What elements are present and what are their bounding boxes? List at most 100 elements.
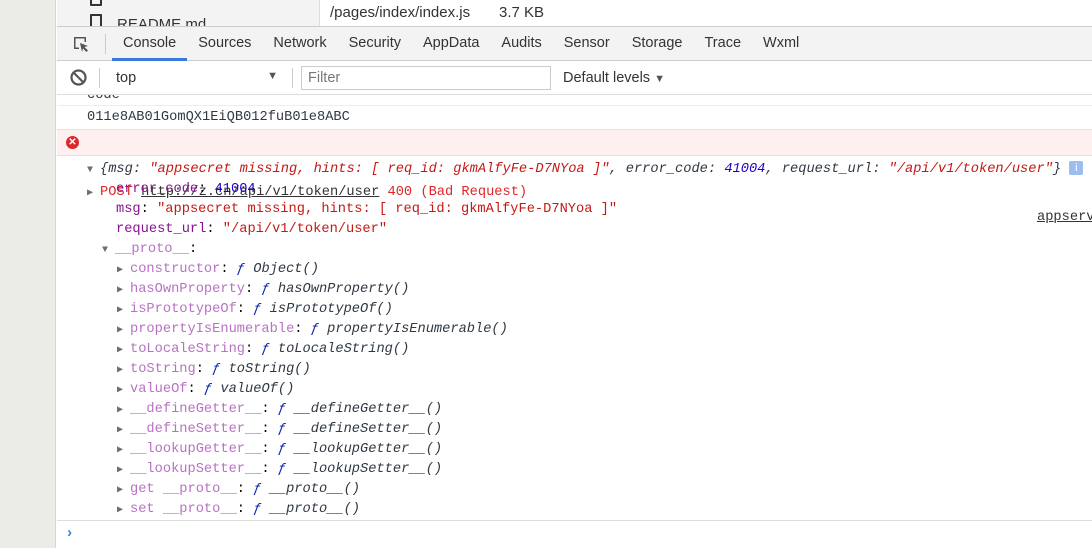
devtools-tab-bar: Console Sources Network Security AppData… [57, 27, 1092, 61]
function-icon: ƒ [261, 282, 270, 297]
log-levels-select[interactable]: Default levels ▼ [563, 70, 665, 86]
function-icon: ƒ [277, 442, 287, 457]
value: Object() [253, 262, 319, 277]
function-icon: ƒ [236, 262, 246, 277]
function-icon: ƒ [253, 502, 262, 517]
left-sidebar [0, 0, 56, 548]
key: set __proto__ [130, 502, 237, 517]
function-icon: ƒ [277, 462, 287, 477]
expand-arrow-icon[interactable]: ▶ [117, 361, 130, 381]
expand-arrow-icon[interactable]: ▶ [117, 281, 130, 301]
tab-sensor[interactable]: Sensor [553, 27, 621, 61]
tab-trace[interactable]: Trace [693, 27, 752, 61]
console-prompt[interactable]: › [57, 520, 1092, 548]
value: valueOf() [220, 382, 295, 397]
proto-property-row[interactable]: ▶ __defineGetter__: ƒ __defineGetter__() [57, 400, 1092, 420]
key: toString [130, 362, 196, 377]
proto-property-row[interactable]: ▶ set __proto__: ƒ __proto__() [57, 500, 1092, 520]
tab-wxml[interactable]: Wxml [752, 27, 810, 61]
proto-property-row[interactable]: ▶ __defineSetter__: ƒ __defineSetter__() [57, 420, 1092, 440]
key: isPrototypeOf [130, 302, 237, 317]
file-panel: README.md /pages/index/index.js 3.7 KB [57, 0, 1092, 27]
proto-property-row[interactable]: ▶ __lookupGetter__: ƒ __lookupGetter__() [57, 440, 1092, 460]
expand-arrow-icon[interactable]: ▶ [117, 301, 130, 321]
expand-arrow-icon[interactable]: ▶ [117, 421, 130, 441]
file-item-readme[interactable]: README.md [117, 16, 206, 26]
expand-arrow-icon[interactable]: ▶ [117, 461, 130, 481]
clear-console-button[interactable] [63, 69, 93, 86]
proto-property-row[interactable]: ▶ get __proto__: ƒ __proto__() [57, 480, 1092, 500]
proto-property-row[interactable]: ▶ toString: ƒ toString() [57, 360, 1092, 380]
file-path: /pages/index/index.js [330, 4, 471, 21]
block-icon [69, 69, 87, 86]
info-icon[interactable]: i [1069, 161, 1084, 176]
key: __lookupSetter__ [130, 462, 262, 477]
key: error_code [116, 182, 199, 197]
tab-console[interactable]: Console [112, 27, 188, 61]
proto-property-row[interactable]: ▶ toLocaleString: ƒ toLocaleString() [57, 340, 1092, 360]
tab-audits[interactable]: Audits [490, 27, 552, 61]
expand-arrow-icon[interactable]: ▶ [117, 261, 130, 281]
tab-security[interactable]: Security [338, 27, 412, 61]
key: __defineSetter__ [130, 422, 262, 437]
dropdown-arrow-icon: ▼ [267, 69, 278, 82]
log-row: 011e8AB01GomQX1EiQB012fuB01e8ABC [87, 110, 350, 125]
brace: } [1052, 162, 1062, 177]
divider [99, 67, 100, 88]
tab-storage[interactable]: Storage [621, 27, 694, 61]
file-icon [90, 14, 102, 26]
proto-row[interactable]: ▼ __proto__: [57, 240, 1092, 260]
collapse-arrow-icon[interactable]: ▼ [102, 241, 115, 261]
value: "/api/v1/token/user" [222, 222, 388, 237]
log-row: code [57, 95, 1092, 106]
expand-arrow-icon[interactable]: ▶ [117, 501, 130, 521]
expand-arrow-icon[interactable]: ▶ [117, 481, 130, 501]
expand-arrow-icon[interactable]: ▶ [117, 381, 130, 401]
key: __proto__ [115, 242, 189, 257]
value: toLocaleString() [277, 342, 410, 357]
levels-label: Default levels [563, 69, 651, 86]
key: request_url [781, 162, 873, 177]
proto-property-row[interactable]: ▶ propertyIsEnumerable: ƒ propertyIsEnume… [57, 320, 1092, 340]
tab-network[interactable]: Network [262, 27, 337, 61]
key: propertyIsEnumerable [130, 322, 295, 337]
tab-sources[interactable]: Sources [187, 27, 262, 61]
expand-arrow-icon[interactable]: ▶ [117, 441, 130, 461]
key: msg [108, 162, 133, 177]
expand-arrow-icon[interactable]: ▶ [117, 401, 130, 421]
value: __proto__() [269, 502, 361, 517]
function-icon: ƒ [212, 362, 221, 377]
property-row: request_url: "/api/v1/token/user" [116, 222, 388, 237]
inspect-element-button[interactable] [63, 27, 99, 61]
context-select[interactable]: top ▼ [106, 70, 286, 86]
value: isPrototypeOf() [269, 302, 393, 317]
key: error_code [625, 162, 708, 177]
proto-property-row[interactable]: ▶ constructor: ƒ Object() [57, 260, 1092, 280]
proto-property-row[interactable]: ▶ __lookupSetter__: ƒ __lookupSetter__() [57, 460, 1092, 480]
function-icon: ƒ [253, 302, 262, 317]
divider [105, 33, 106, 54]
object-summary[interactable]: ▼ {msg: "appsecret missing, hints: [ req_… [57, 160, 1092, 180]
error-icon: ✕ [66, 136, 79, 149]
value: __defineGetter__() [294, 402, 443, 417]
console-toolbar: top ▼ Filter Default levels ▼ [57, 61, 1092, 95]
console-output: code 011e8AB01GomQX1EiQB012fuB01e8ABC ✕ … [57, 95, 1092, 548]
key: valueOf [130, 382, 188, 397]
key: constructor [130, 262, 221, 277]
collapse-arrow-icon[interactable]: ▼ [87, 161, 100, 181]
inspect-icon [74, 36, 88, 52]
proto-property-row[interactable]: ▶ isPrototypeOf: ƒ isPrototypeOf() [57, 300, 1092, 320]
expand-arrow-icon[interactable]: ▶ [117, 341, 130, 361]
property-row: msg: "appsecret missing, hints: [ req_id… [116, 202, 618, 217]
function-icon: ƒ [277, 422, 287, 437]
value: "appsecret missing, hints: [ req_id: gkm… [157, 202, 618, 217]
brace: { [100, 162, 109, 177]
function-icon: ƒ [261, 342, 270, 357]
tab-appdata[interactable]: AppData [412, 27, 490, 61]
filter-input[interactable]: Filter [301, 65, 551, 90]
proto-property-row[interactable]: ▶ valueOf: ƒ valueOf() [57, 380, 1092, 400]
value: "/api/v1/token/user" [888, 162, 1053, 177]
expand-arrow-icon[interactable]: ▶ [117, 321, 130, 341]
key: __lookupGetter__ [130, 442, 262, 457]
proto-property-row[interactable]: ▶ hasOwnProperty: ƒ hasOwnProperty() [57, 280, 1092, 300]
